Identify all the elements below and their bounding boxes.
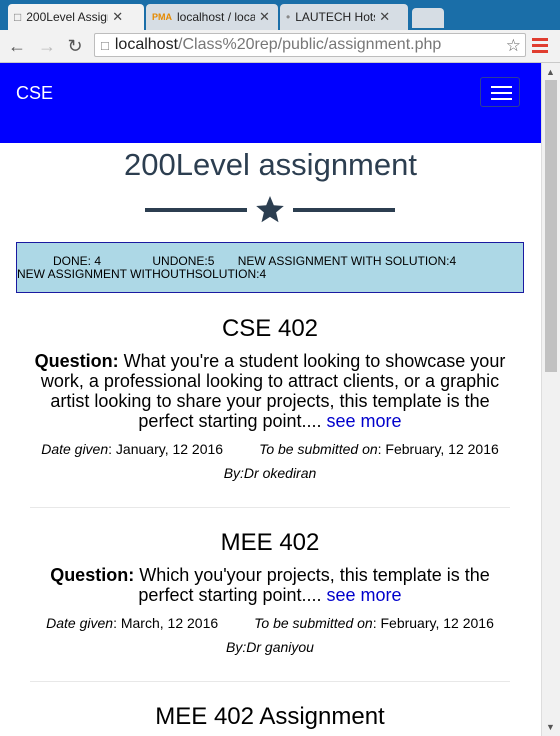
submit-label: To be submitted on (259, 441, 378, 457)
close-icon[interactable]: ✕ (379, 9, 390, 25)
question-body: Which you'your projects, this template i… (138, 565, 490, 605)
phpmyadmin-icon: PMA (152, 12, 172, 22)
lecturer-byline: By:Dr okediran (223, 465, 317, 481)
site-brand[interactable]: CSE (16, 83, 53, 104)
course-title: MEE 402 Assignment (155, 703, 385, 730)
undone-count: UNDONE:5 (152, 254, 215, 268)
star-icon (256, 196, 284, 223)
close-icon[interactable]: ✕ (259, 9, 270, 25)
card-divider (30, 681, 510, 682)
assignment-card: MEE 402 Assignment (30, 703, 510, 731)
loading-icon: • (286, 10, 291, 24)
site-navbar: CSE (0, 63, 541, 143)
browser-tab-strip: □ 200Level Assignment ✕ PMA localhost / … (0, 0, 560, 30)
submit-label: To be submitted on (254, 615, 373, 631)
assignment-dates: Date given: January, 12 2016 To be submi… (30, 441, 510, 457)
url-host: localhost (114, 36, 179, 53)
divider-line-left (145, 208, 247, 212)
scroll-up-icon[interactable]: ▲ (546, 67, 555, 77)
lecturer-byline: By:Dr ganiyou (226, 639, 314, 655)
page-icon: □ (101, 37, 109, 53)
assignment-card: CSE 402 Question: What you're a student … (30, 315, 510, 481)
page-viewport: CSE 200Level assignment DONE: 4 UNDONE:5… (0, 63, 541, 736)
browser-toolbar: ← → ↻ □ localhost/Class%20rep/public/ass… (0, 30, 560, 63)
date-given-label: Date given (41, 441, 109, 457)
scrollbar-thumb[interactable] (545, 80, 557, 372)
bookmark-star-icon[interactable]: ☆ (506, 36, 521, 56)
question-text: Question: Which you'your projects, this … (30, 565, 510, 605)
star-divider (145, 196, 395, 223)
divider-line-right (293, 208, 395, 212)
course-title: MEE 402 (220, 529, 320, 556)
hamburger-menu-button[interactable] (480, 77, 520, 107)
back-icon[interactable]: ← (6, 35, 28, 57)
close-icon[interactable]: ✕ (112, 9, 123, 25)
question-text: Question: What you're a student looking … (30, 351, 510, 431)
without-solution-count: NEW ASSIGNMENT WITHOUTHSOLUTION:4 (17, 267, 267, 281)
assignment-summary-box: DONE: 4 UNDONE:5 NEW ASSIGNMENT WITH SOL… (16, 242, 524, 293)
reload-icon[interactable]: ↻ (64, 35, 86, 57)
submit-date: : February, 12 2016 (372, 615, 494, 631)
browser-tab-assignment[interactable]: □ 200Level Assignment ✕ (8, 4, 144, 30)
forward-icon[interactable]: → (36, 35, 58, 57)
page-scrollbar[interactable]: ▲ ▼ (541, 63, 560, 736)
browser-tab-localhost[interactable]: PMA localhost / localhost ✕ (146, 4, 278, 30)
url-path: /Class%20rep/public/assignment.php (178, 36, 442, 53)
course-title: CSE 402 (221, 315, 319, 342)
submit-date: : February, 12 2016 (377, 441, 499, 457)
see-more-link[interactable]: see more (327, 585, 402, 605)
done-count: DONE: 4 (53, 254, 102, 268)
date-given-label: Date given (46, 615, 114, 631)
tab-label: LAUTECH Hotspot (295, 10, 375, 24)
date-given: : March, 12 2016 (113, 615, 219, 631)
card-divider (30, 507, 510, 508)
address-bar[interactable]: □ localhost/Class%20rep/public/assignmen… (94, 33, 526, 57)
question-label: Question: (50, 565, 135, 585)
scroll-down-icon[interactable]: ▼ (546, 722, 555, 732)
with-solution-count: NEW ASSIGNMENT WITH SOLUTION:4 (237, 254, 457, 268)
new-tab-button[interactable] (412, 8, 444, 28)
page-title: 200Level assignment (124, 147, 417, 182)
question-label: Question: (34, 351, 119, 371)
assignment-card: MEE 402 Question: Which you'your project… (30, 529, 510, 655)
see-more-link[interactable]: see more (327, 411, 402, 431)
browser-menu-icon[interactable] (532, 35, 548, 55)
page-icon: □ (14, 10, 22, 24)
tab-label: 200Level Assignment (26, 10, 108, 24)
date-given: : January, 12 2016 (108, 441, 224, 457)
tab-label: localhost / localhost (177, 10, 255, 24)
browser-tab-lautech[interactable]: • LAUTECH Hotspot ✕ (280, 4, 408, 30)
assignment-dates: Date given: March, 12 2016 To be submitt… (30, 615, 510, 631)
